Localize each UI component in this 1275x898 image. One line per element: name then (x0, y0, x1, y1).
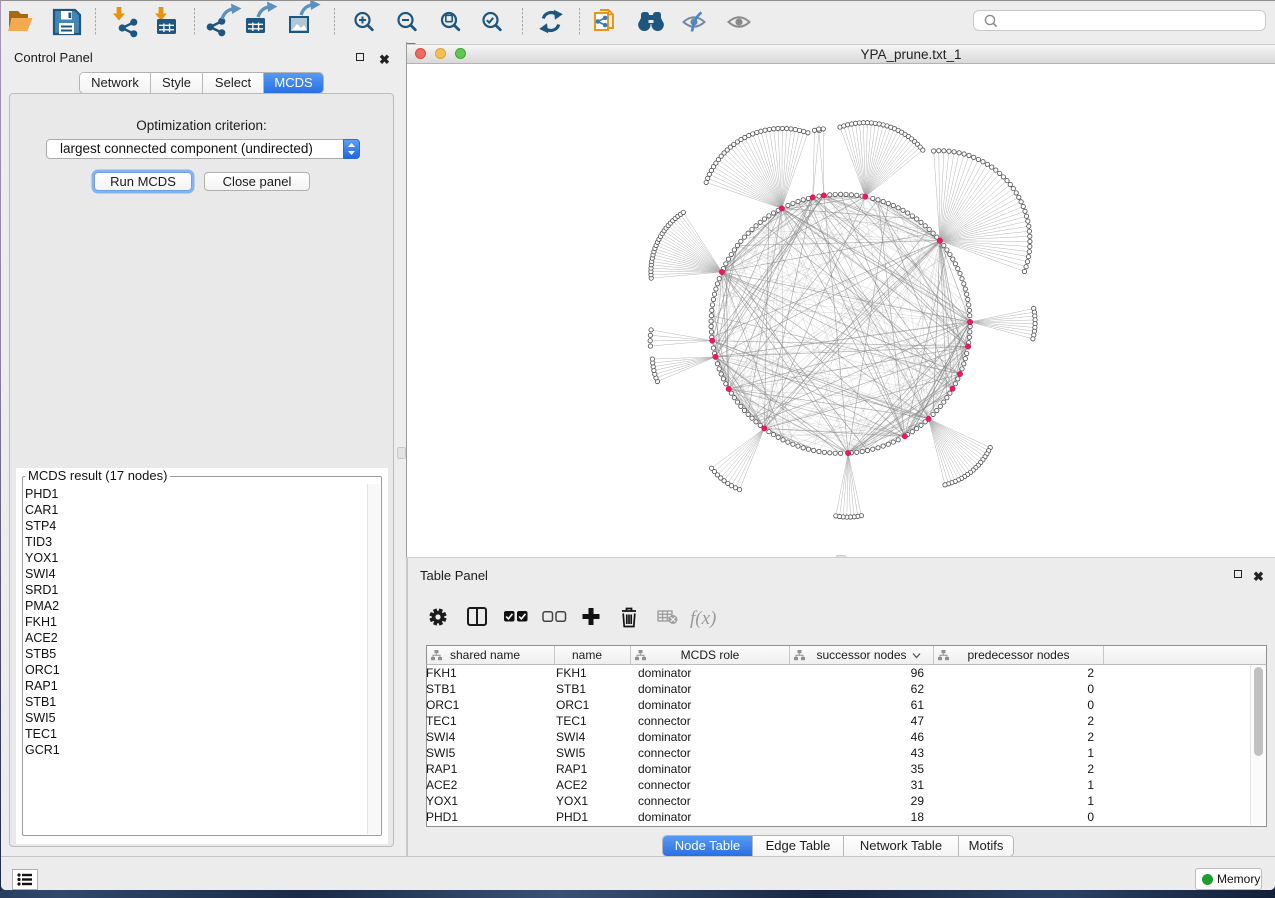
svg-text:f(x): f(x) (690, 608, 716, 629)
